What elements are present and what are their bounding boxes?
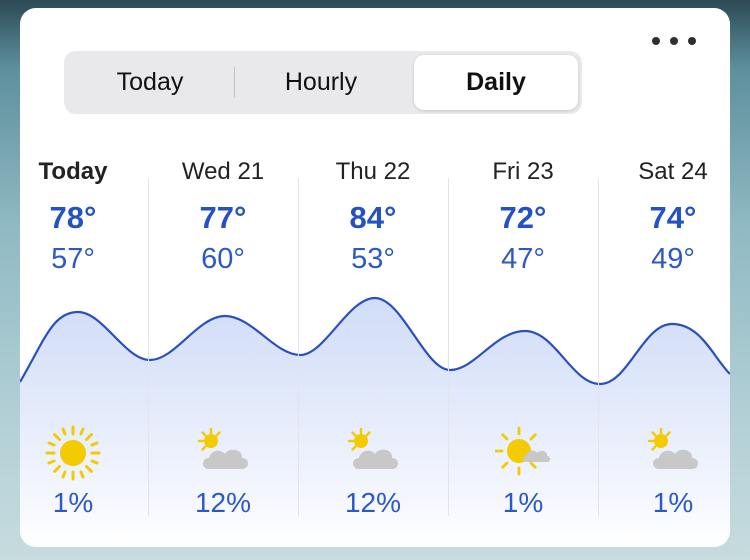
low-temp: 49° [651, 243, 695, 275]
high-temp: 84° [349, 200, 397, 235]
day-label: Today [38, 158, 108, 185]
day-label: Sat 24 [638, 158, 708, 185]
high-temp: 72° [499, 200, 547, 235]
high-temp: 77° [199, 200, 247, 235]
low-temp: 60° [201, 243, 245, 275]
low-temp: 53° [351, 243, 395, 275]
precip-chance: 1% [52, 487, 94, 518]
low-temp: 47° [501, 243, 545, 275]
mostly-sunny-icon [495, 426, 550, 476]
day-column-today[interactable]: Today 78° 57° 1% [20, 156, 148, 536]
partly-cloudy-icon [647, 427, 698, 469]
precip-chance: 12% [344, 487, 402, 518]
day-label: Thu 22 [335, 158, 411, 185]
low-temp: 57° [51, 243, 95, 275]
day-column-wed-21[interactable]: Wed 21 77° 60° 12% [148, 156, 298, 536]
day-column-thu-22[interactable]: Thu 22 84° 53° 12% [298, 156, 448, 536]
forecast-card: Today Hourly Daily Today 78° 57° 1% Wed … [20, 8, 730, 547]
high-temp: 74° [649, 200, 697, 235]
precip-chance: 1% [502, 487, 544, 518]
sun-icon [45, 425, 101, 481]
partly-cloudy-icon [347, 427, 398, 469]
day-label: Fri 23 [492, 158, 554, 185]
day-column-sat-24[interactable]: Sat 24 74° 49° 1% [598, 156, 730, 536]
partly-cloudy-icon [197, 427, 248, 469]
precip-chance: 12% [194, 487, 252, 518]
day-label: Wed 21 [181, 158, 265, 185]
day-column-fri-23[interactable]: Fri 23 72° 47° 1% [448, 156, 598, 536]
precip-chance: 1% [652, 487, 694, 518]
high-temp: 78° [49, 200, 97, 235]
